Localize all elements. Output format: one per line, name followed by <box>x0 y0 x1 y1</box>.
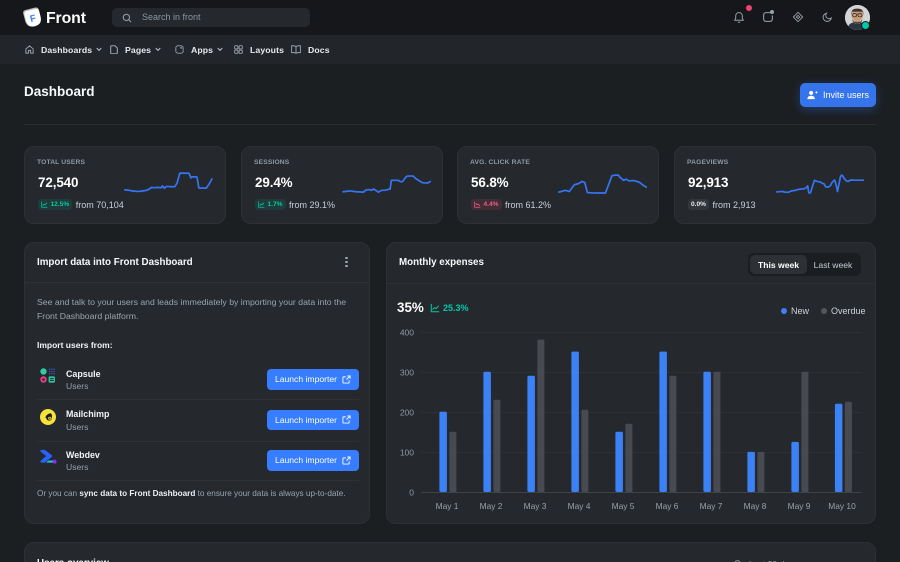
svg-text:May 10: May 10 <box>828 501 856 511</box>
svg-text:0: 0 <box>409 488 414 498</box>
svg-text:400: 400 <box>400 328 414 338</box>
svg-text:100: 100 <box>400 448 414 458</box>
svg-text:May 1: May 1 <box>436 501 459 511</box>
svg-text:200: 200 <box>400 408 414 418</box>
svg-text:May 7: May 7 <box>700 501 723 511</box>
svg-text:May 5: May 5 <box>612 501 635 511</box>
svg-text:May 4: May 4 <box>568 501 591 511</box>
svg-text:May 2: May 2 <box>480 501 503 511</box>
svg-text:May 3: May 3 <box>524 501 547 511</box>
svg-text:May 8: May 8 <box>744 501 767 511</box>
svg-text:May 9: May 9 <box>788 501 811 511</box>
svg-text:300: 300 <box>400 368 414 378</box>
svg-text:May 6: May 6 <box>656 501 679 511</box>
